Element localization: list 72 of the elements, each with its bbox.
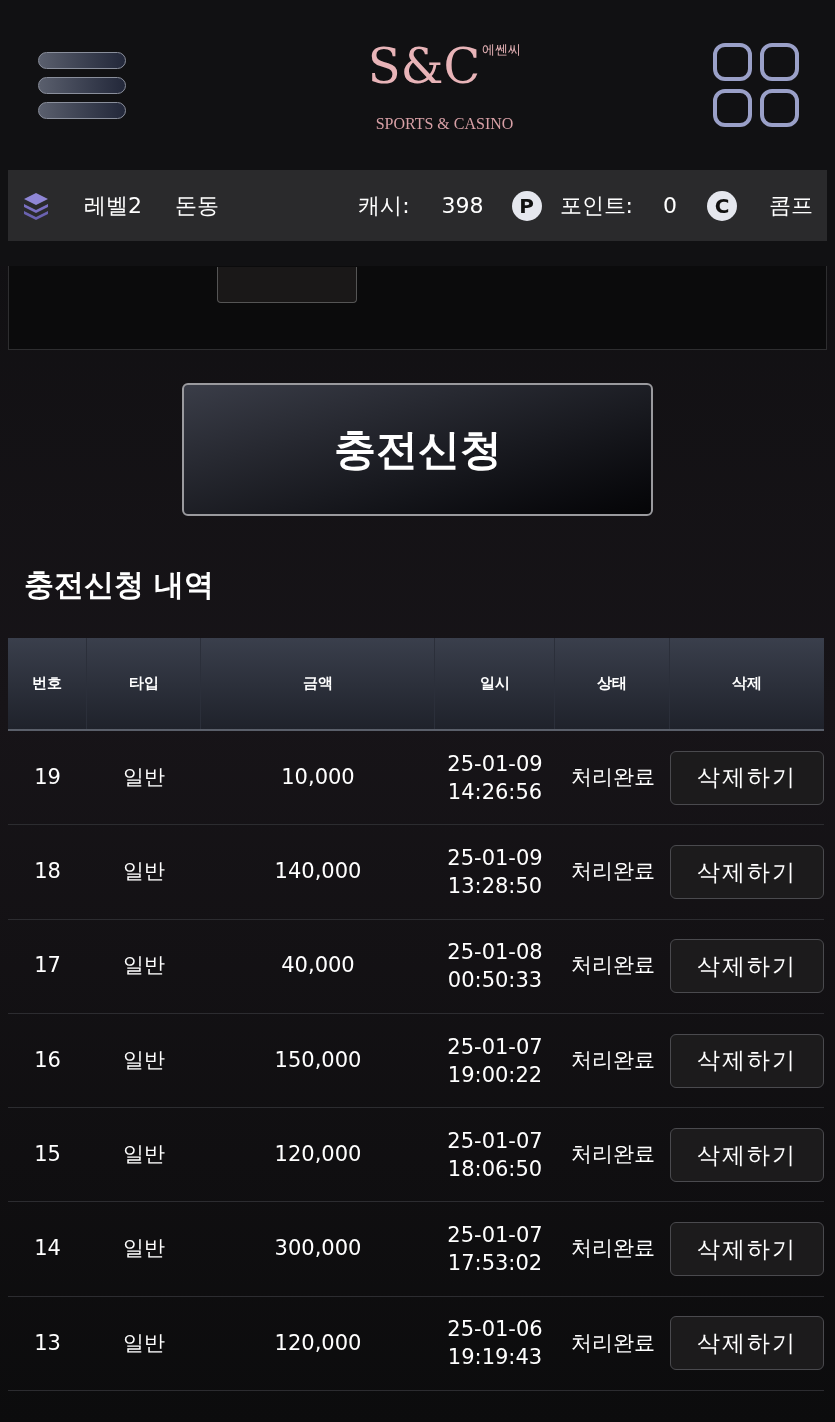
table-cell-text: 120,000 [274,1329,362,1357]
table-cell-text: 120,000 [274,1141,362,1169]
submit-button[interactable]: 충전신청 [182,383,653,516]
table-cell-text: 40,000 [281,952,355,980]
time-text: 17:53:02 [447,1250,543,1278]
table-cell-text: 140,000 [274,858,362,886]
time-text: 18:06:50 [447,1155,543,1183]
point-icon: P [511,190,542,221]
cash-value: 398 [441,192,484,220]
status-text: 처리완료 [570,858,655,886]
point-value: 0 [663,192,677,220]
user-level: 레벨2 [84,192,142,220]
column-header: 번호 [32,673,62,695]
delete-button[interactable]: 삭제하기 [670,844,824,899]
delete-button[interactable]: 삭제하기 [670,1127,824,1182]
date-text: 25-01-07 [447,1222,543,1250]
date-text: 25-01-09 [447,844,543,872]
table-cell-text: 16 [34,1046,61,1074]
grid-icon[interactable] [713,43,799,127]
delete-button[interactable]: 삭제하기 [670,939,824,994]
status-text: 처리완료 [570,1141,655,1169]
date-text: 25-01-09 [447,750,543,778]
table-cell-text: 10,000 [281,763,355,791]
status-text: 처리완료 [570,1235,655,1263]
table-cell-text: 17 [34,952,61,980]
table-cell-text: 일반 [123,1046,165,1074]
section-title: 충전신청 내역 [24,566,216,604]
date-text: 25-01-07 [447,1033,543,1061]
date-text: 25-01-06 [447,1316,543,1344]
table-cell-text: 14 [34,1235,61,1263]
delete-button[interactable]: 삭제하기 [670,1316,824,1371]
status-text: 처리완료 [570,952,655,980]
comp-label: 콤프 [769,192,813,220]
logo-mark: S&C [367,37,481,96]
table-cell-text: 150,000 [274,1046,362,1074]
logo-korean: 에쎈씨 [482,41,522,59]
column-header: 금액 [302,673,333,695]
table-cell-text: 19 [34,763,61,791]
delete-button[interactable]: 삭제하기 [670,1033,824,1088]
time-text: 13:28:50 [447,872,543,900]
logo-tagline: SPORTS & CASINO [375,114,514,134]
delete-button[interactable]: 삭제하기 [670,750,824,805]
column-header: 타입 [128,673,159,695]
time-text: 19:19:43 [447,1344,543,1372]
status-text: 처리완료 [570,1046,655,1074]
status-text: 처리완료 [570,763,655,791]
date-text: 25-01-07 [447,1127,543,1155]
comp-icon: C [707,190,737,221]
table-cell-text: 13 [34,1329,61,1357]
date-text: 25-01-08 [447,939,543,967]
point-label: 포인트: [559,192,633,220]
layers-icon [22,190,50,221]
delete-button[interactable]: 삭제하기 [670,1222,824,1277]
table-cell-text: 일반 [123,763,165,791]
column-header: 일시 [479,673,510,695]
column-header: 상태 [597,673,627,695]
user-name: 돈동 [175,192,219,220]
time-text: 14:26:56 [447,778,543,806]
table-cell-text: 일반 [123,1141,165,1169]
table-cell-text: 18 [34,858,61,886]
table-cell-text: 15 [34,1141,61,1169]
time-text: 19:00:22 [447,1061,543,1089]
table-cell-text: 일반 [123,858,165,886]
table-cell-text: 일반 [123,952,165,980]
table-cell-text: 300,000 [274,1235,362,1263]
table-cell-text: 일반 [123,1329,165,1357]
menu-button[interactable] [38,51,126,119]
table-cell-text: 일반 [123,1235,165,1263]
status-text: 처리완료 [570,1329,655,1357]
column-header: 삭제 [732,673,762,695]
cash-label: 캐시: [358,192,410,220]
time-text: 00:50:33 [447,967,543,995]
